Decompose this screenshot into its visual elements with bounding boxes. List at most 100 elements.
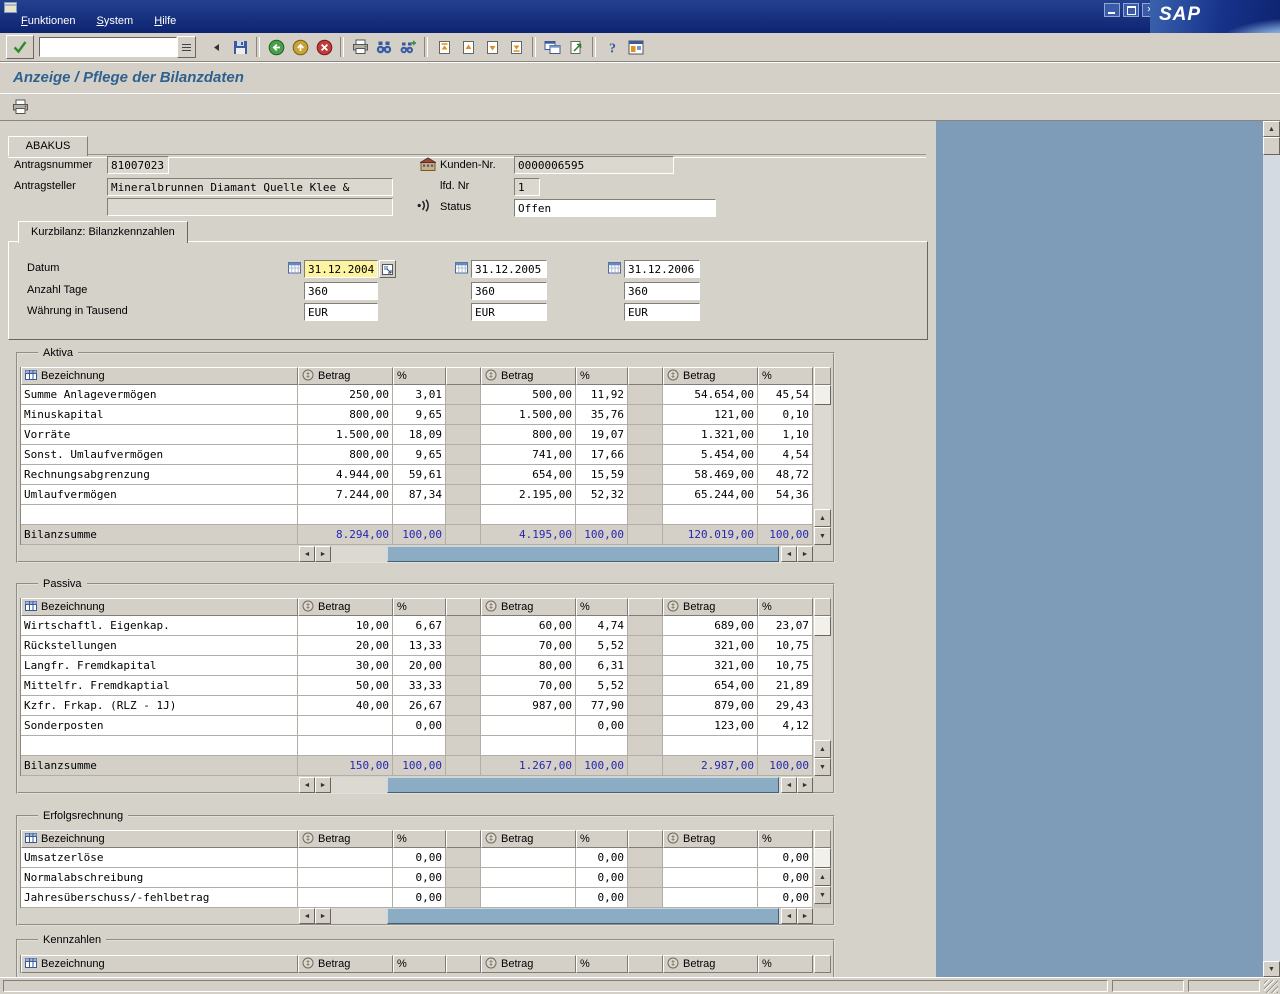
menu-item-funktionen[interactable]: Funktionen xyxy=(12,13,84,29)
value-cell[interactable] xyxy=(758,505,813,525)
column-header[interactable]: Betrag xyxy=(481,367,576,385)
value-cell[interactable]: 20,00 xyxy=(298,636,393,656)
value-cell[interactable]: 689,00 xyxy=(663,616,758,636)
value-cell[interactable]: 54,36 xyxy=(758,485,813,505)
value-cell[interactable]: 0,00 xyxy=(576,868,628,888)
menu-item-hilfe[interactable]: Hilfe xyxy=(145,13,185,29)
row-label-cell[interactable] xyxy=(21,736,298,756)
hscroll-thumb[interactable] xyxy=(387,908,779,924)
customize-button[interactable] xyxy=(624,36,648,58)
value-cell[interactable]: 0,00 xyxy=(758,868,813,888)
row-label-cell[interactable]: Sonst. Umlaufvermögen xyxy=(21,445,298,465)
value-cell[interactable]: 5,52 xyxy=(576,676,628,696)
value-cell[interactable]: 15,59 xyxy=(576,465,628,485)
value-cell[interactable]: 35,76 xyxy=(576,405,628,425)
print-button[interactable] xyxy=(8,96,32,118)
column-header[interactable]: Betrag xyxy=(298,598,393,616)
scroll-up-button[interactable]: ▲ xyxy=(814,740,831,758)
row-label-cell[interactable]: Jahresüberschuss/-fehlbetrag xyxy=(21,888,298,908)
value-cell[interactable]: 10,75 xyxy=(758,656,813,676)
value-cell[interactable]: 654,00 xyxy=(481,465,576,485)
first-page-button[interactable] xyxy=(432,36,456,58)
waehrung-field-3[interactable]: EUR xyxy=(624,303,700,321)
scroll-up-button[interactable]: ▲ xyxy=(814,868,831,886)
column-header[interactable]: % xyxy=(576,955,628,973)
scroll-right-button[interactable]: ► xyxy=(797,777,813,793)
value-cell[interactable]: 26,67 xyxy=(393,696,446,716)
value-cell[interactable]: 9,65 xyxy=(393,405,446,425)
status-segment[interactable] xyxy=(1112,980,1184,992)
value-cell[interactable] xyxy=(481,868,576,888)
scroll-right-button[interactable]: ► xyxy=(315,777,331,793)
value-cell[interactable]: 987,00 xyxy=(481,696,576,716)
value-cell[interactable]: 321,00 xyxy=(663,656,758,676)
column-header[interactable]: Betrag xyxy=(298,830,393,848)
hscroll-track[interactable] xyxy=(331,546,781,562)
value-cell[interactable]: 2.195,00 xyxy=(481,485,576,505)
value-cell[interactable]: 654,00 xyxy=(663,676,758,696)
column-header[interactable]: % xyxy=(393,367,446,385)
value-cell[interactable]: 54.654,00 xyxy=(663,385,758,405)
help-button[interactable]: ? xyxy=(600,36,624,58)
value-cell[interactable]: 5.454,00 xyxy=(663,445,758,465)
datum-field-1[interactable]: 31.12.2004 xyxy=(304,260,378,278)
value-cell[interactable] xyxy=(298,888,393,908)
column-header[interactable]: Bezeichnung xyxy=(21,830,298,848)
value-cell[interactable]: 48,72 xyxy=(758,465,813,485)
resize-grip[interactable] xyxy=(1264,980,1278,993)
exit-button[interactable] xyxy=(288,36,312,58)
value-cell[interactable] xyxy=(298,848,393,868)
row-label-cell[interactable]: Wirtschaftl. Eigenkap. xyxy=(21,616,298,636)
value-cell[interactable] xyxy=(298,716,393,736)
value-cell[interactable] xyxy=(481,736,576,756)
horizontal-scrollbar[interactable]: ◄ ► ◄ ► xyxy=(299,777,813,793)
value-cell[interactable]: 321,00 xyxy=(663,636,758,656)
value-cell[interactable] xyxy=(393,736,446,756)
column-header[interactable]: % xyxy=(393,830,446,848)
scroll-right-button[interactable]: ► xyxy=(315,546,331,562)
value-cell[interactable]: 7.244,00 xyxy=(298,485,393,505)
value-cell[interactable] xyxy=(663,868,758,888)
value-cell[interactable]: 18,09 xyxy=(393,425,446,445)
window-scroll-track[interactable] xyxy=(1263,155,1280,961)
vscroll-thumb[interactable] xyxy=(814,385,831,405)
value-cell[interactable]: 0,00 xyxy=(758,848,813,868)
scroll-right-button[interactable]: ► xyxy=(797,546,813,562)
hscroll-thumb[interactable] xyxy=(387,546,779,562)
waehrung-field-1[interactable]: EUR xyxy=(304,303,378,321)
value-cell[interactable]: 65.244,00 xyxy=(663,485,758,505)
waehrung-field-2[interactable]: EUR xyxy=(471,303,547,321)
value-cell[interactable]: 1.500,00 xyxy=(481,405,576,425)
value-cell[interactable]: 70,00 xyxy=(481,636,576,656)
value-cell[interactable]: 17,66 xyxy=(576,445,628,465)
value-cell[interactable]: 4,74 xyxy=(576,616,628,636)
value-cell[interactable] xyxy=(663,888,758,908)
horizontal-scrollbar[interactable]: ◄ ► ◄ ► xyxy=(299,908,813,924)
value-cell[interactable]: 45,54 xyxy=(758,385,813,405)
column-header[interactable]: % xyxy=(393,955,446,973)
command-input[interactable] xyxy=(39,37,177,57)
column-header[interactable]: % xyxy=(758,955,813,973)
next-page-button[interactable] xyxy=(480,36,504,58)
value-cell[interactable] xyxy=(576,736,628,756)
row-label-cell[interactable]: Summe Anlagevermögen xyxy=(21,385,298,405)
value-cell[interactable]: 58.469,00 xyxy=(663,465,758,485)
value-cell[interactable]: 21,89 xyxy=(758,676,813,696)
antragsteller-field-2[interactable] xyxy=(107,198,393,216)
vscroll-thumb[interactable] xyxy=(814,616,831,636)
value-cell[interactable]: 4,12 xyxy=(758,716,813,736)
status-field[interactable]: Offen xyxy=(514,199,716,217)
vertical-scrollbar[interactable]: ▲ ▼ xyxy=(814,598,831,776)
datum-field-2[interactable]: 31.12.2005 xyxy=(471,260,547,278)
value-cell[interactable]: 60,00 xyxy=(481,616,576,636)
scroll-down-button[interactable]: ▼ xyxy=(814,527,831,545)
column-header[interactable]: Bezeichnung xyxy=(21,598,298,616)
window-scroll-thumb[interactable] xyxy=(1263,137,1280,155)
back-button[interactable] xyxy=(264,36,288,58)
value-cell[interactable]: 4.944,00 xyxy=(298,465,393,485)
value-cell[interactable]: 250,00 xyxy=(298,385,393,405)
column-header[interactable]: Betrag xyxy=(481,830,576,848)
value-cell[interactable]: 5,52 xyxy=(576,636,628,656)
column-header[interactable]: Betrag xyxy=(663,955,758,973)
value-cell[interactable]: 10,75 xyxy=(758,636,813,656)
